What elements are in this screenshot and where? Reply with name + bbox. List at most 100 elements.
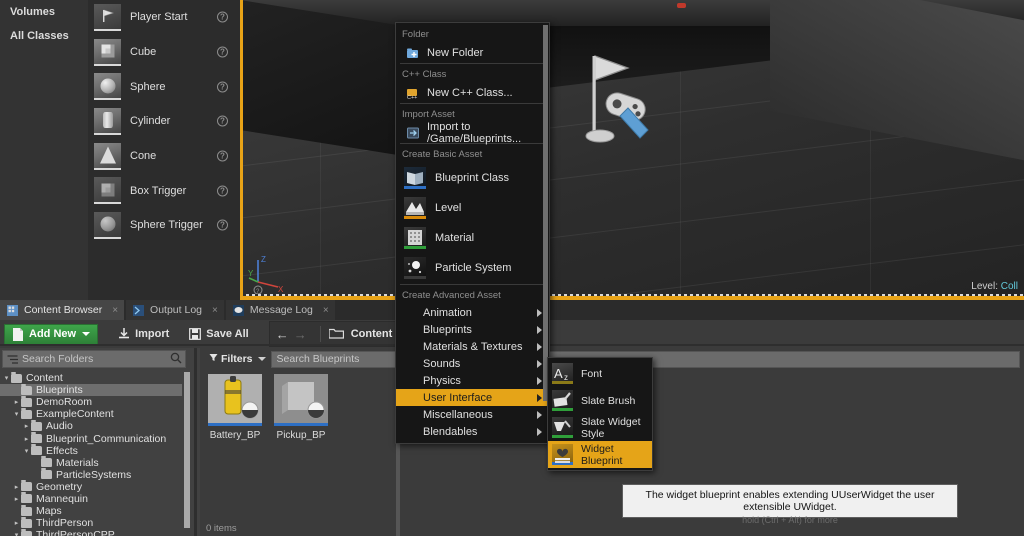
tree-item-examplecontent[interactable]: ▾ ExampleContent (0, 407, 182, 420)
asset-count-label: 0 items (206, 523, 237, 534)
import-label: Import (135, 328, 170, 340)
back-button[interactable]: ← (276, 327, 289, 342)
tab-content-browser[interactable]: Content Browser × (0, 300, 125, 320)
column-divider[interactable] (194, 348, 197, 536)
tree-item-demoroom[interactable]: ▸ DemoRoom (0, 395, 182, 409)
twisty-icon[interactable]: ▾ (12, 531, 21, 536)
folder-tree-scrollbar[interactable] (184, 372, 190, 528)
asset-item-pickup-bp[interactable]: Pickup_BP (274, 374, 328, 441)
forward-button[interactable]: → (294, 327, 307, 342)
twisty-icon[interactable]: ▾ (2, 374, 11, 382)
tree-item-audio[interactable]: ▸ Audio (0, 419, 182, 432)
tree-item-thirdpersoncpp[interactable]: ▾ ThirdPersonCPP (0, 528, 182, 536)
tree-item-blueprint-communication[interactable]: ▸ Blueprint_Communication (0, 432, 182, 445)
menu-item-animation[interactable]: Animation (396, 304, 549, 321)
twisty-icon[interactable]: ▸ (22, 422, 31, 430)
tab-output-log[interactable]: Output Log × (126, 300, 224, 320)
asset-item-battery-bp[interactable]: Battery_BP (208, 374, 262, 441)
save-icon (189, 328, 202, 340)
help-icon[interactable]: ? (217, 81, 228, 93)
help-icon[interactable]: ? (217, 115, 228, 127)
menu-item-level[interactable]: Level (396, 193, 549, 223)
twisty-icon[interactable]: ▸ (12, 495, 21, 503)
add-new-button[interactable]: Add New (4, 323, 99, 345)
chevron-down-icon (82, 332, 91, 336)
place-item-sphere-trigger[interactable]: Sphere Trigger ? (88, 208, 240, 243)
menu-item-new-folder[interactable]: New Folder (396, 43, 549, 62)
tree-view-icon[interactable] (7, 354, 18, 365)
category-volumes[interactable]: Volumes (0, 0, 88, 24)
save-all-button[interactable]: Save All (183, 324, 254, 345)
help-icon[interactable]: ? (217, 219, 228, 231)
menu-item-physics[interactable]: Physics (396, 372, 549, 389)
menu-item-particle-system[interactable]: Particle System (396, 253, 549, 283)
menu-item-blueprints[interactable]: Blueprints (396, 321, 549, 338)
help-icon[interactable]: ? (217, 46, 228, 58)
menu-item-import-to-game-blueprints[interactable]: Import to /Game/Blueprints... (396, 121, 549, 145)
tree-item-effects[interactable]: ▾ Effects (0, 444, 182, 457)
tree-item-geometry[interactable]: ▸ Geometry (0, 480, 182, 493)
submenu-item-font[interactable]: Az Font (548, 360, 652, 387)
tree-item-blueprints[interactable]: Blueprints (0, 383, 182, 397)
material-icon (404, 227, 426, 249)
menu-item-blendables[interactable]: Blendables (396, 423, 549, 440)
tree-item-content[interactable]: ▾ Content (0, 372, 182, 384)
search-folders-input[interactable]: Search Folders (2, 350, 186, 368)
submenu-item-slate-brush[interactable]: Slate Brush (548, 387, 652, 414)
tab-message-log[interactable]: Message Log × (225, 300, 335, 320)
user-interface-submenu[interactable]: Az Font Slate Brush Slate Widget Style W… (547, 357, 653, 471)
search-blueprints-placeholder: Search Blueprints (276, 353, 360, 365)
close-icon[interactable]: × (313, 305, 329, 316)
svg-text:z: z (564, 373, 568, 382)
tree-item-maps[interactable]: Maps (0, 504, 182, 517)
tree-item-materials[interactable]: Materials (0, 456, 182, 469)
menu-item-miscellaneous[interactable]: Miscellaneous (396, 406, 549, 423)
help-icon[interactable]: ? (217, 185, 228, 197)
help-icon[interactable]: ? (217, 11, 228, 23)
twisty-icon[interactable]: ▸ (22, 435, 31, 443)
import-button[interactable]: Import (112, 324, 175, 345)
menu-item-user-interface[interactable]: User Interface (396, 389, 549, 406)
place-item-cylinder[interactable]: Cylinder ? (88, 104, 240, 139)
submenu-item-slate-widget-style[interactable]: Slate Widget Style (548, 414, 652, 441)
place-item-cone[interactable]: Cone ? (88, 139, 240, 174)
place-item-label: Sphere (130, 80, 166, 93)
help-icon[interactable]: ? (217, 150, 228, 162)
submenu-item-widget-blueprint[interactable]: Widget Blueprint (548, 441, 652, 468)
level-viewport[interactable]: Z X Y ? Level: Coll (240, 0, 1024, 300)
close-icon[interactable]: × (102, 305, 118, 316)
level-name-text: Coll (1000, 281, 1018, 292)
tree-item-label: DemoRoom (36, 396, 93, 409)
asset-label: Battery_BP (209, 430, 261, 441)
place-item-player-start[interactable]: Player Start ? (88, 0, 240, 35)
folder-icon (21, 480, 32, 492)
menu-item-sounds[interactable]: Sounds (396, 355, 549, 372)
folder-tree[interactable]: ▾ Content Blueprints ▸ DemoRoom ▾ Exampl… (0, 372, 182, 536)
twisty-icon[interactable]: ▾ (12, 410, 21, 418)
context-menu-scrollbar[interactable] (543, 25, 548, 401)
place-item-box-trigger[interactable]: Box Trigger ? (88, 173, 240, 208)
place-item-sphere[interactable]: Sphere ? (88, 69, 240, 104)
close-icon[interactable]: × (202, 305, 218, 316)
tree-item-thirdperson[interactable]: ▸ ThirdPerson (0, 516, 182, 529)
menu-item-new-cpp-class[interactable]: C++ New C++ Class... (396, 83, 549, 102)
add-new-context-menu[interactable]: Folder New Folder C++ Class C++ New C++ … (395, 22, 550, 444)
chevron-right-icon (537, 410, 542, 419)
category-all-classes[interactable]: All Classes (0, 24, 88, 48)
cone-icon (94, 142, 121, 170)
menu-item-materials-textures[interactable]: Materials & Textures (396, 338, 549, 355)
twisty-icon[interactable]: ▸ (12, 519, 21, 527)
tree-item-particlesystems[interactable]: ParticleSystems (0, 468, 182, 481)
place-item-cube[interactable]: Cube ? (88, 35, 240, 70)
breadcrumb-content[interactable]: Content (351, 328, 393, 340)
twisty-icon[interactable]: ▸ (12, 483, 21, 491)
asset-label: Pickup_BP (276, 430, 326, 441)
menu-item-material[interactable]: Material (396, 223, 549, 253)
filters-button[interactable]: Filters (204, 351, 271, 368)
tree-item-label: Blueprints (36, 384, 83, 397)
twisty-icon[interactable]: ▸ (12, 398, 21, 406)
tree-item-mannequin[interactable]: ▸ Mannequin (0, 492, 182, 505)
folder-icon (21, 407, 32, 419)
twisty-icon[interactable]: ▾ (22, 447, 31, 455)
menu-item-blueprint-class[interactable]: Blueprint Class (396, 163, 549, 193)
